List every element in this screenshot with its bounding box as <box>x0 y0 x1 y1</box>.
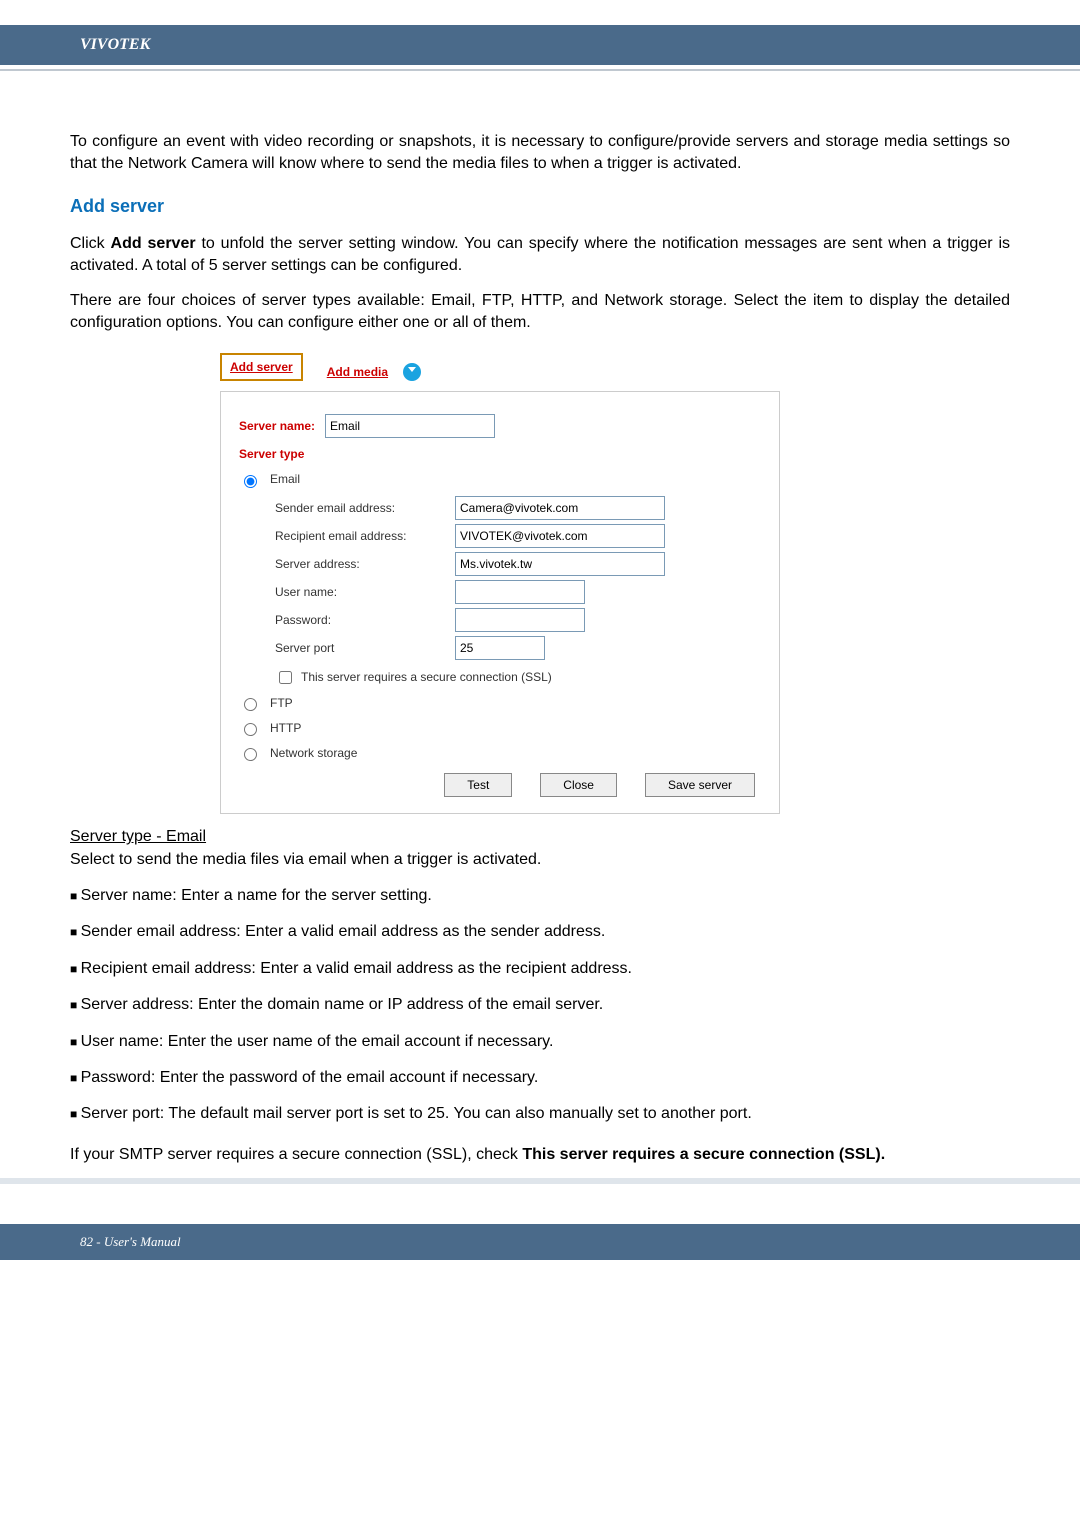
ssl-label: This server requires a secure connection… <box>301 669 552 686</box>
list-item: Sender email address: Enter a valid emai… <box>70 921 1010 943</box>
list-item: Server address: Enter the domain name or… <box>70 994 1010 1016</box>
list-item: Password: Enter the password of the emai… <box>70 1067 1010 1089</box>
page-footer: 82 - User's Manual <box>0 1224 1080 1260</box>
username-label: User name: <box>275 584 455 601</box>
radio-ftp[interactable] <box>244 698 257 711</box>
server-name-label: Server name: <box>239 418 315 435</box>
tab-add-media-wrap[interactable]: Add media <box>319 363 422 381</box>
ssl-note-b: This server requires a secure connection… <box>522 1146 885 1163</box>
list-item: Server port: The default mail server por… <box>70 1103 1010 1125</box>
port-input[interactable] <box>455 636 545 660</box>
radio-network-storage-label: Network storage <box>270 745 357 762</box>
list-item: Server name: Enter a name for the server… <box>70 885 1010 907</box>
sender-label: Sender email address: <box>275 500 455 517</box>
radio-http-label: HTTP <box>270 720 301 737</box>
footer-divider <box>0 1178 1080 1184</box>
test-button[interactable]: Test <box>444 773 512 797</box>
field-descriptions: Server name: Enter a name for the server… <box>70 885 1010 1126</box>
password-label: Password: <box>275 612 455 629</box>
brand-header: VIVOTEK <box>0 25 1080 65</box>
close-button[interactable]: Close <box>540 773 617 797</box>
list-item: Recipient email address: Enter a valid e… <box>70 958 1010 980</box>
tab-add-media[interactable]: Add media <box>319 361 396 383</box>
dropdown-icon[interactable] <box>403 363 421 381</box>
recipient-input[interactable] <box>455 524 665 548</box>
email-fields: Sender email address: Recipient email ad… <box>275 496 761 660</box>
recipient-label: Recipient email address: <box>275 528 455 545</box>
serveraddr-label: Server address: <box>275 556 455 573</box>
paragraph-2: There are four choices of server types a… <box>70 290 1010 335</box>
server-type-email-desc: Select to send the media files via email… <box>70 849 1010 871</box>
button-row: Test Close Save server <box>239 773 761 797</box>
radio-email[interactable] <box>244 475 257 488</box>
sender-input[interactable] <box>455 496 665 520</box>
paragraph-1: Click Add server to unfold the server se… <box>70 233 1010 278</box>
save-server-button[interactable]: Save server <box>645 773 755 797</box>
radio-ftp-label: FTP <box>270 695 293 712</box>
port-label: Server port <box>275 640 455 657</box>
username-input[interactable] <box>455 580 585 604</box>
server-settings-panel: Server name: Server type Email Sender em… <box>220 391 780 814</box>
ssl-checkbox[interactable] <box>279 671 292 684</box>
server-type-label: Server type <box>239 446 304 463</box>
section-heading-add-server: Add server <box>70 194 1010 219</box>
password-input[interactable] <box>455 608 585 632</box>
page-content: To configure an event with video recordi… <box>0 71 1080 1166</box>
tab-add-server[interactable]: Add server <box>220 353 303 382</box>
ssl-note-a: If your SMTP server requires a secure co… <box>70 1146 522 1163</box>
ssl-note: If your SMTP server requires a secure co… <box>70 1144 1010 1166</box>
list-item: User name: Enter the user name of the em… <box>70 1031 1010 1053</box>
settings-panel-screenshot: Add server Add media Server name: Server… <box>220 353 1010 815</box>
radio-email-label: Email <box>270 471 300 488</box>
tab-row: Add server Add media <box>220 353 780 388</box>
radio-http[interactable] <box>244 723 257 736</box>
server-type-email-heading: Server type - Email <box>70 826 1010 848</box>
server-name-input[interactable] <box>325 414 495 438</box>
radio-network-storage[interactable] <box>244 748 257 761</box>
intro-paragraph: To configure an event with video recordi… <box>70 131 1010 176</box>
serveraddr-input[interactable] <box>455 552 665 576</box>
